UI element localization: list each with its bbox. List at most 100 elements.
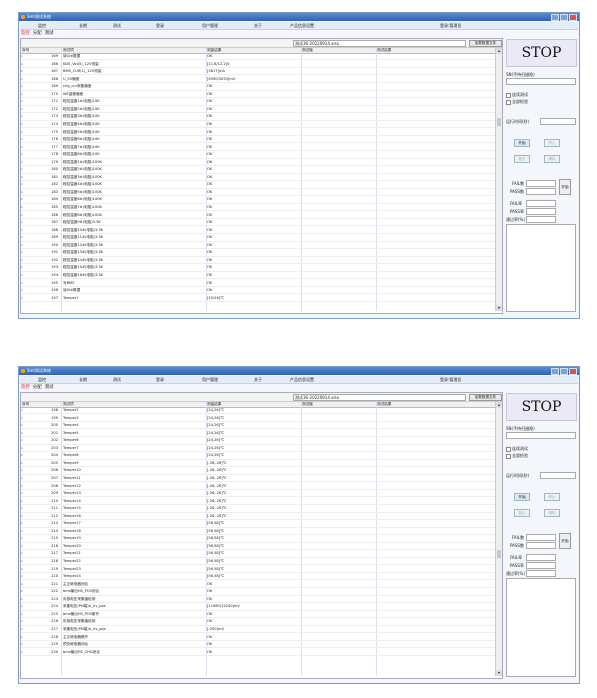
table-row[interactable]: ▸ 218 Temper22 [56,58]℃ [21,559,496,566]
table-row[interactable]: ▸ 223 负极电压采集值检测 OK [21,597,496,604]
table-row[interactable]: ▸ 216 Temper20 [56,58]℃ [21,544,496,551]
table-row[interactable]: ▸ 211 Temper15 [-26,-26]℃ [21,506,496,513]
fail-count-input[interactable] [526,180,556,187]
login-status[interactable]: 登录:管理员 [440,376,461,383]
table-row[interactable]: ▸ 176 程控温度6#(电阻)10K OK [21,137,496,144]
row-selector[interactable]: ▸ [21,182,39,187]
row-selector[interactable]: ▸ [21,145,39,150]
fail-rate-input[interactable] [526,554,556,561]
table-row[interactable]: ▸ 226 负极电压采集值检测 OK [21,619,496,626]
row-selector[interactable]: ▸ [21,92,39,97]
row-selector[interactable]: ▸ [21,642,39,647]
full-check-checkbox[interactable]: 全部检验 [506,453,528,459]
row-selector[interactable]: ▸ [21,281,39,286]
table-row[interactable]: ▸ 180 程控温度2#(电阻)100K OK [21,167,496,174]
maximize-icon[interactable] [560,368,568,375]
table-row[interactable]: ▸ 184 程控温度6#(电阻)100K OK [21,197,496,204]
row-selector[interactable]: ▸ [21,604,39,609]
clear-button[interactable]: 清除 [544,509,560,517]
table-row[interactable]: ▸ 215 Temper19 [56,58]℃ [21,536,496,543]
runtime-input[interactable] [540,118,576,125]
menu-item[interactable]: 登录 [156,376,164,383]
checkbox-box[interactable] [506,99,511,105]
row-selector[interactable]: ▸ [21,559,39,564]
row-selector[interactable]: ▸ [21,582,39,587]
table-row[interactable]: ▸ 178 程控温度8#(电阻)10K OK [21,152,496,159]
row-selector[interactable]: ▸ [21,296,39,301]
row-selector[interactable]: ▸ [21,544,39,549]
table-row[interactable]: ▸ 169 chg_cur采集偏差 OK [21,84,496,91]
menu-item[interactable]: 长期 [79,22,87,29]
row-selector[interactable]: ▸ [21,574,39,579]
load-file-button[interactable]: 加载数据文件 [469,394,502,401]
table-row[interactable]: ▸ 174 程控温度4#(电阻)10K OK [21,122,496,129]
column-header[interactable]: 测试结果 [377,48,391,53]
column-header[interactable]: 测试项 [63,402,74,407]
row-selector[interactable]: ▸ [21,491,39,496]
menu-item[interactable]: 关于 [254,376,262,383]
table-row[interactable]: ▸ 185 程控温度7#(电阻)100K OK [21,205,496,212]
table-row[interactable]: ▸ 196 读Gre数据 OK [21,288,496,295]
table-row[interactable]: ▸ 195 写BMS OK [21,281,496,287]
scroll-thumb[interactable] [497,550,501,558]
row-selector[interactable]: ▸ [21,567,39,572]
table-row[interactable]: ▸ 194 程控温度16#(电阻)3.3K OK [21,273,496,280]
column-header[interactable]: 测试值 [302,48,313,53]
row-selector[interactable]: ▸ [21,416,39,421]
row-selector[interactable]: ▸ [21,484,39,489]
scroll-up-icon[interactable]: ▴ [496,402,502,408]
tab[interactable]: 监控 [21,31,30,37]
table-row[interactable]: ▸ 207 Temper11 [-26,-26]℃ [21,476,496,483]
row-selector[interactable]: ▸ [21,213,39,218]
table-row[interactable]: ▸ 227 采集电压(PN端)U_hv_pos [-200]mV [21,627,496,634]
table-row[interactable]: ▸ 217 Temper21 [56,58]℃ [21,551,496,558]
row-selector[interactable]: ▸ [21,54,39,59]
table-row[interactable]: ▸ 190 程控温度12#(电阻)3.3K OK [21,243,496,250]
tab[interactable]: 分配 [33,31,42,37]
reset-button[interactable]: 复位 [514,155,530,163]
row-selector[interactable]: ▸ [21,235,39,240]
row-selector[interactable]: ▸ [21,288,39,293]
start-button[interactable]: 开始 [514,493,530,501]
table-row[interactable]: ▸ 219 Temper23 [56,58]℃ [21,567,496,573]
row-selector[interactable]: ▸ [21,423,39,428]
table-row[interactable]: ▸ 221 主正继电器闭合 OK [21,582,496,589]
table-row[interactable]: ▸ 210 Temper14 [-26,-26]℃ [21,499,496,505]
column-header[interactable]: 测试值 [302,402,313,407]
table-row[interactable]: ▸ 169 读Gre数据 OK [21,54,496,61]
stop-button[interactable]: 停止 [544,139,560,147]
pass-rate-input[interactable] [526,562,556,569]
pass-rate-percent-input[interactable] [526,216,556,223]
clear-button[interactable]: 清除 [544,155,560,163]
row-selector[interactable]: ▸ [21,453,39,458]
stop-button[interactable]: 停止 [544,493,560,501]
row-selector[interactable]: ▸ [21,265,39,270]
start-button[interactable]: 开始 [514,139,530,147]
file-path-input[interactable]: 测试36-20220914.xlsx [293,394,466,401]
full-check-checkbox[interactable]: 全部检验 [506,99,528,105]
scroll-down-icon[interactable]: ▾ [496,305,502,311]
table-row[interactable]: ▸ 225 bms输出HS_POS断开 OK [21,612,496,619]
table-row[interactable]: ▸ 212 Temper16 [-26,-26]℃ [21,514,496,521]
table-row[interactable]: ▸ 204 Temper8 [24,26]℃ [21,453,496,460]
vertical-scrollbar[interactable]: ▴ ▾ [495,48,502,311]
menu-item[interactable]: 登录 [156,22,164,29]
login-status[interactable]: 登录:管理员 [440,22,461,29]
checkbox-box[interactable] [506,446,511,452]
pass-count-input[interactable] [526,188,556,195]
row-selector[interactable]: ▸ [21,114,39,119]
row-selector[interactable]: ▸ [21,167,39,172]
menu-item[interactable]: 监控 [38,22,46,29]
row-selector[interactable]: ▸ [21,438,39,443]
column-header[interactable]: 测量结果 [207,402,221,407]
table-row[interactable]: ▸ 202 Temper6 [24,26]℃ [21,438,496,445]
row-selector[interactable]: ▸ [21,243,39,248]
load-file-button[interactable]: 加载数据文件 [469,40,502,47]
table-row[interactable]: ▸ 186 程控温度8#(电阻)100K OK [21,213,496,219]
table-row[interactable]: ▸ 228 主正继电器断开 OK [21,635,496,641]
table-row[interactable]: ▸ 200 Temper4 [24,26]℃ [21,423,496,430]
table-row[interactable]: ▸ 203 Temper7 [24,26]℃ [21,446,496,453]
minimize-icon[interactable] [551,14,559,21]
row-selector[interactable]: ▸ [21,220,39,225]
table-row[interactable]: ▸ 179 程控温度1#(电阻)100K OK [21,160,496,167]
